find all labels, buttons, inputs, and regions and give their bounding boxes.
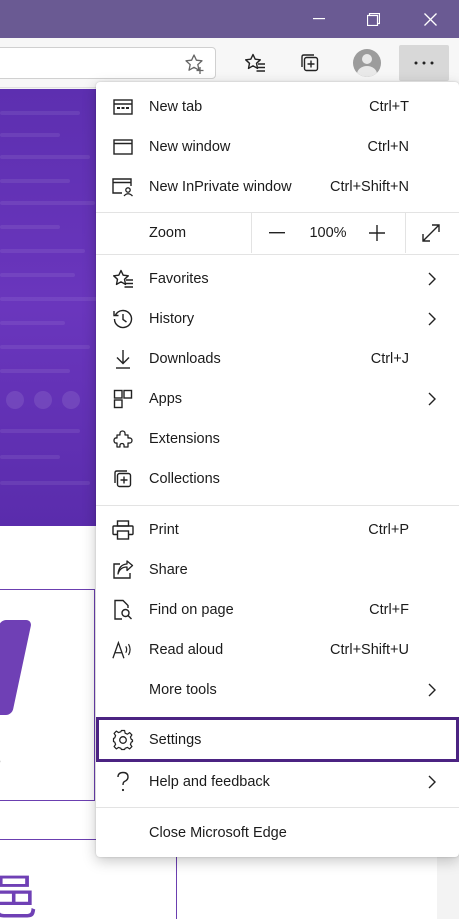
menu-item-print[interactable]: Print Ctrl+P	[96, 510, 459, 550]
menu-item-close-microsoft-edge[interactable]: Close Microsoft Edge	[96, 813, 459, 853]
zoom-out-button[interactable]	[262, 219, 292, 247]
content-card: s	[0, 589, 95, 801]
minimize-icon	[313, 18, 325, 20]
fullscreen-icon	[422, 224, 440, 242]
find-icon	[112, 599, 134, 621]
menu-item-share[interactable]: Share	[96, 550, 459, 590]
menu-item-label: History	[149, 311, 195, 327]
card-logo	[0, 620, 33, 715]
menu-item-label: Collections	[149, 471, 220, 487]
menu-item-read-aloud[interactable]: Read aloud Ctrl+Shift+U	[96, 630, 459, 670]
more-icon	[414, 61, 434, 65]
menu-item-label: New InPrivate window	[149, 179, 292, 195]
menu-item-label: Apps	[149, 391, 183, 407]
menu-item-new-tab[interactable]: New tab Ctrl+T	[96, 87, 459, 127]
gear-icon	[112, 729, 134, 751]
shortcut-text: Ctrl+N	[367, 139, 410, 155]
menu-item-new-inprivate-window[interactable]: New InPrivate window Ctrl+Shift+N	[96, 167, 459, 207]
minimize-button[interactable]	[296, 0, 342, 38]
title-bar	[0, 0, 459, 38]
downloads-icon	[112, 348, 134, 370]
collections-icon	[112, 468, 134, 490]
menu-item-favorites[interactable]: Favorites	[96, 259, 459, 299]
menu-item-label: Read aloud	[149, 642, 224, 658]
avatar	[353, 49, 381, 77]
menu-item-label: Close Microsoft Edge	[149, 825, 287, 841]
menu-item-label: Downloads	[149, 351, 221, 367]
close-window-button[interactable]	[407, 0, 453, 38]
share-icon	[112, 559, 134, 581]
fullscreen-button[interactable]	[416, 219, 446, 247]
card-text: s	[0, 745, 1, 771]
restore-button[interactable]	[350, 0, 396, 38]
history-icon	[112, 308, 134, 330]
menu-item-extensions[interactable]: Extensions	[96, 419, 459, 459]
zoom-divider	[405, 213, 406, 253]
card-glyph: ⾢	[0, 870, 39, 919]
menu-item-find-on-page[interactable]: Find on page Ctrl+F	[96, 590, 459, 630]
settings-and-more-menu: New tab Ctrl+T New window Ctrl+N New InP…	[96, 82, 459, 857]
minus-icon	[269, 232, 285, 234]
new-window-icon	[112, 136, 134, 158]
menu-item-label: Help and feedback	[149, 774, 270, 790]
menu-item-settings[interactable]: Settings	[96, 717, 459, 762]
shortcut-text: Ctrl+P	[368, 522, 409, 538]
inprivate-icon	[112, 176, 134, 198]
zoom-row: Zoom 100%	[96, 213, 459, 253]
menu-item-label: New tab	[149, 99, 203, 115]
print-icon	[112, 519, 134, 541]
menu-item-apps[interactable]: Apps	[96, 379, 459, 419]
shortcut-text: Ctrl+Shift+U	[330, 642, 409, 658]
close-icon	[423, 12, 437, 26]
menu-item-help-and-feedback[interactable]: Help and feedback	[96, 762, 459, 802]
menu-item-label: Extensions	[149, 431, 220, 447]
favorites-button[interactable]	[238, 46, 272, 80]
menu-separator	[96, 254, 459, 255]
zoom-in-button[interactable]	[362, 219, 392, 247]
shortcut-text: Ctrl+J	[370, 351, 409, 367]
new-tab-icon	[112, 96, 134, 118]
favorites-icon	[112, 268, 134, 290]
menu-item-label: More tools	[149, 682, 217, 698]
read-aloud-icon	[112, 639, 134, 661]
browser-toolbar	[0, 38, 459, 88]
add-favorite-button[interactable]	[178, 47, 212, 81]
chevron-right-icon	[424, 311, 440, 327]
restore-icon	[366, 12, 380, 26]
star-add-icon	[185, 54, 204, 74]
extensions-icon	[112, 428, 134, 450]
menu-item-label: Settings	[149, 732, 202, 748]
collections-icon	[301, 54, 319, 72]
shortcut-text: Ctrl+F	[369, 602, 409, 618]
help-icon	[112, 771, 134, 793]
menu-item-label: Favorites	[149, 271, 209, 287]
profile-button[interactable]	[350, 46, 384, 80]
chevron-right-icon	[424, 271, 440, 287]
zoom-divider	[251, 213, 252, 253]
plus-icon	[369, 225, 385, 241]
zoom-value: 100%	[309, 225, 347, 241]
menu-item-label: Find on page	[149, 602, 234, 618]
menu-separator	[96, 505, 459, 506]
menu-separator	[96, 807, 459, 808]
menu-item-more-tools[interactable]: More tools	[96, 670, 459, 710]
menu-item-label: Share	[149, 562, 188, 578]
menu-item-label: Print	[149, 522, 179, 538]
settings-and-more-button[interactable]	[399, 45, 449, 81]
menu-item-downloads[interactable]: Downloads Ctrl+J	[96, 339, 459, 379]
chevron-right-icon	[424, 774, 440, 790]
settings-row: Settings	[96, 720, 459, 760]
shortcut-text: Ctrl+T	[369, 99, 409, 115]
favorites-bar-icon	[245, 53, 265, 72]
menu-item-new-window[interactable]: New window Ctrl+N	[96, 127, 459, 167]
chevron-right-icon	[424, 682, 440, 698]
apps-icon	[112, 388, 134, 410]
menu-item-collections[interactable]: Collections	[96, 459, 459, 499]
menu-item-history[interactable]: History	[96, 299, 459, 339]
shortcut-text: Ctrl+Shift+N	[330, 179, 409, 195]
collections-button[interactable]	[293, 46, 327, 80]
menu-item-label: New window	[149, 139, 231, 155]
chevron-right-icon	[424, 391, 440, 407]
zoom-label: Zoom	[149, 225, 187, 241]
